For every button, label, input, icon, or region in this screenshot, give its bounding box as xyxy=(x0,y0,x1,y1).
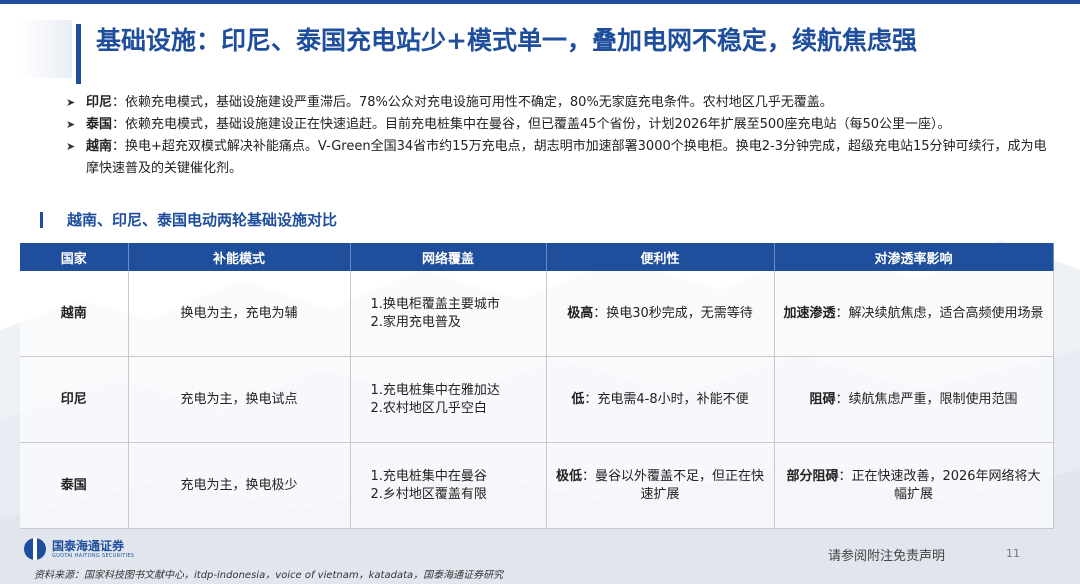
logo-name-en: GUOTAI HAITONG SECURITIES xyxy=(52,552,135,559)
cell-impact: 部分阻碍：正在快速改善，2026年网络将大幅扩展 xyxy=(774,442,1054,529)
header-country: 国家 xyxy=(20,243,129,271)
cell-country: 泰国 xyxy=(20,442,129,529)
cell-country: 印尼 xyxy=(20,356,129,443)
table-row: 越南 换电为主，充电为辅 1.换电柜覆盖主要城市 2.家用充电普及 极高：换电30… xyxy=(20,271,1054,357)
header-coverage: 网络覆盖 xyxy=(350,243,547,271)
title-accent-block xyxy=(20,20,72,78)
title-accent-line xyxy=(76,24,81,84)
table-row: 印尼 充电为主，换电试点 1.充电桩集中在雅加达 2.农村地区几乎空白 低：充电需… xyxy=(20,356,1054,443)
cell-convenience: 极高：换电30秒完成，无需等待 xyxy=(546,271,775,357)
bullet-label: 印尼 xyxy=(86,95,113,110)
section-title: 越南、印尼、泰国电动两轮基础设施对比 xyxy=(67,211,338,229)
header-impact: 对渗透率影响 xyxy=(774,243,1054,271)
bullet-label: 泰国 xyxy=(86,117,113,132)
bullet-text: ：换电+超充双模式解决补能痛点。V-Green全国34省市约15万充电点，胡志明… xyxy=(86,139,1047,176)
cell-convenience: 低：充电需4-8小时，补能不便 xyxy=(546,356,775,443)
bullet-thailand: ➤ 泰国：依赖充电模式，基础设施建设正在快速追赶。目前充电桩集中在曼谷，但已覆盖… xyxy=(66,114,1056,136)
table-row: 泰国 充电为主，换电极少 1.充电桩集中在曼谷 2.乡村地区覆盖有限 极低：曼谷以… xyxy=(20,442,1054,529)
cell-impact: 加速渗透：解决续航焦虑，适合高频使用场景 xyxy=(774,271,1054,357)
comparison-table: 国家 补能模式 网络覆盖 便利性 对渗透率影响 越南 换电为主，充电为辅 1.换… xyxy=(20,243,1054,529)
company-logo: 国泰海通证券 GUOTAI HAITONG SECURITIES xyxy=(24,538,134,560)
disclaimer-note: 请参阅附注免责声明 xyxy=(828,549,946,564)
bullet-vietnam: ➤ 越南：换电+超充双模式解决补能痛点。V-Green全国34省市约15万充电点… xyxy=(66,136,1056,180)
source-note: 资料来源：国家科技图书文献中心，itdp-indonesia，voice of … xyxy=(34,570,504,581)
cell-coverage: 1.充电桩集中在雅加达 2.农村地区几乎空白 xyxy=(350,356,547,443)
cell-mode: 充电为主，换电试点 xyxy=(128,356,351,443)
cell-coverage: 1.充电桩集中在曼谷 2.乡村地区覆盖有限 xyxy=(350,442,547,529)
cell-country: 越南 xyxy=(20,271,129,357)
cell-impact: 阻碍：续航焦虑严重，限制使用范围 xyxy=(774,356,1054,443)
cell-convenience: 极低：曼谷以外覆盖不足，但正在快速扩展 xyxy=(546,442,775,529)
bullet-text: ：依赖充电模式，基础设施建设严重滞后。78%公众对充电设施可用性不确定，80%无… xyxy=(112,95,833,110)
cell-mode: 换电为主，充电为辅 xyxy=(128,271,351,357)
header-mode: 补能模式 xyxy=(128,243,351,271)
logo-name-cn: 国泰海通证券 xyxy=(52,538,125,553)
table-header-row: 国家 补能模式 网络覆盖 便利性 对渗透率影响 xyxy=(20,243,1054,271)
logo-icon xyxy=(24,538,46,560)
page-title: 基础设施：印尼、泰国充电站少+模式单一，叠加电网不稳定，续航焦虑强 xyxy=(96,26,917,55)
section-header: 越南、印尼、泰国电动两轮基础设施对比 xyxy=(40,209,337,230)
cell-coverage: 1.换电柜覆盖主要城市 2.家用充电普及 xyxy=(350,271,547,357)
arrow-bullet-icon: ➤ xyxy=(66,96,76,109)
top-accent-bar xyxy=(0,0,1080,4)
section-accent-bar xyxy=(40,211,43,228)
arrow-bullet-icon: ➤ xyxy=(66,140,76,153)
cell-mode: 充电为主，换电极少 xyxy=(128,442,351,529)
page-number: 11 xyxy=(1006,547,1020,560)
arrow-bullet-icon: ➤ xyxy=(66,118,76,131)
bullet-indonesia: ➤ 印尼：依赖充电模式，基础设施建设严重滞后。78%公众对充电设施可用性不确定，… xyxy=(66,92,1056,114)
bullet-text: ：依赖充电模式，基础设施建设正在快速追赶。目前充电桩集中在曼谷，但已覆盖45个省… xyxy=(112,117,951,132)
header-convenience: 便利性 xyxy=(546,243,775,271)
bullet-label: 越南 xyxy=(86,139,113,154)
bullet-list: ➤ 印尼：依赖充电模式，基础设施建设严重滞后。78%公众对充电设施可用性不确定，… xyxy=(66,92,1056,180)
